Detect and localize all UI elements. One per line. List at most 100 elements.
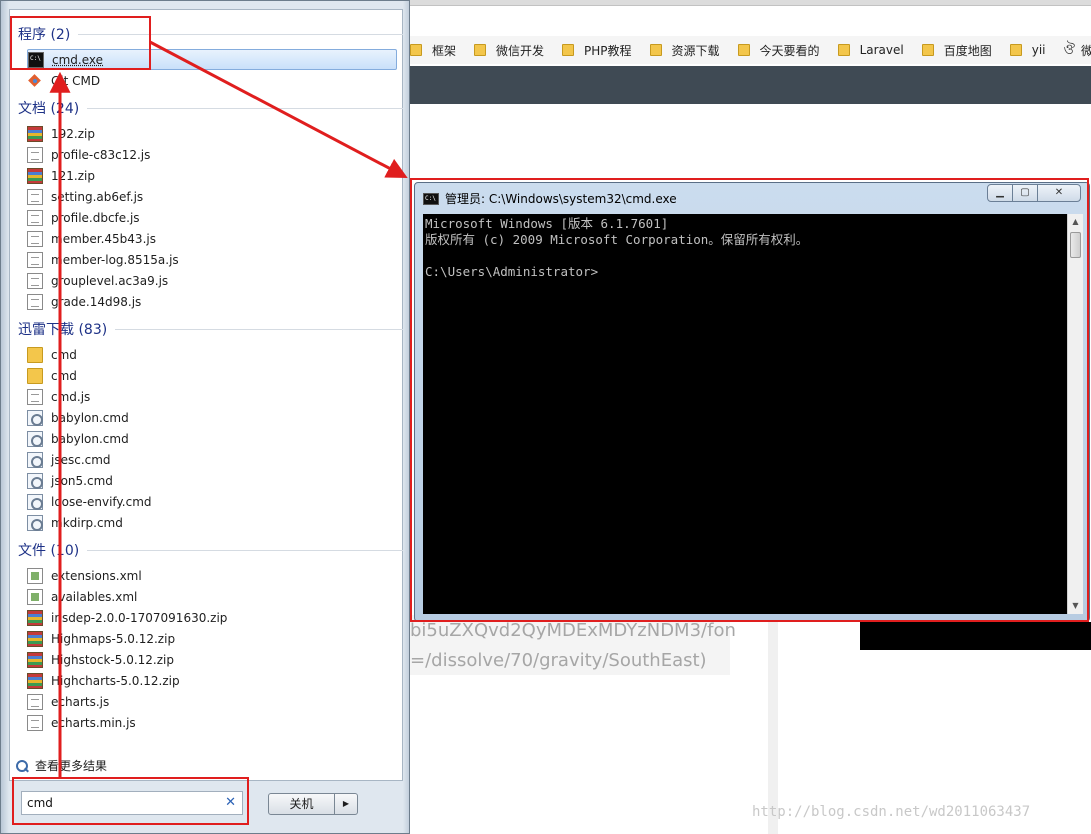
result-item[interactable]: babylon.cmd [27,428,397,449]
js-file-icon [27,293,43,310]
result-item[interactable]: babylon.cmd [27,407,397,428]
result-item-label: extensions.xml [51,568,142,583]
cmd-file-icon [27,493,43,510]
git-icon [27,73,43,89]
page-scrollbar[interactable] [768,615,778,834]
result-item[interactable]: echarts.min.js [27,712,397,733]
js-file-icon [27,230,43,247]
result-item[interactable]: insdep-2.0.0-1707091630.zip [27,607,397,628]
result-item[interactable]: Highcharts-5.0.12.zip [27,670,397,691]
bookmark-folder[interactable]: Laravel [837,36,904,64]
bookmark-folder[interactable]: 微信开发 [474,36,544,64]
xml-file-icon [27,567,43,584]
zip-icon [27,651,43,668]
result-item-label: Git CMD [51,73,101,88]
result-item[interactable]: echarts.js [27,691,397,712]
cmd-file-icon [27,451,43,468]
result-group-header[interactable]: 文件 (10) [18,540,403,560]
bookmark-item[interactable]: ঔ 微信 [1064,36,1091,64]
result-item-label: Highcharts-5.0.12.zip [51,673,180,688]
result-item[interactable]: member.45b43.js [27,228,397,249]
result-group-label: 迅雷下载 (83) [18,322,108,338]
result-item-label: setting.ab6ef.js [51,189,144,204]
see-more-label: 查看更多结果 [35,759,108,773]
js-file-icon [27,272,43,289]
result-item-label: cmd.js [51,389,91,404]
result-item[interactable]: member-log.8515a.js [27,249,397,270]
page-dark-block [860,622,1091,650]
result-group-header[interactable]: 文档 (24) [18,98,403,118]
bookmark-label: 资源下载 [671,43,720,58]
js-file-icon [27,209,43,226]
result-item[interactable]: grouplevel.ac3a9.js [27,270,397,291]
folder-icon [562,44,575,56]
annotation-box-programs [10,16,151,70]
shutdown-button[interactable]: 关机 [269,794,335,814]
result-group-header[interactable]: 迅雷下载 (83) [18,319,403,339]
result-item-label: availables.xml [51,589,138,604]
result-item[interactable]: Highmaps-5.0.12.zip [27,628,397,649]
bookmark-folder[interactable]: 今天要看的 [737,36,820,64]
result-item-label: echarts.min.js [51,715,136,730]
see-more-results[interactable]: 查看更多结果 [15,757,107,774]
bookmark-label: 今天要看的 [759,43,820,58]
group-divider [115,328,403,330]
result-item[interactable]: Git CMD [27,70,397,91]
result-item[interactable]: json5.cmd [27,470,397,491]
bookmark-folder[interactable]: 框架 [410,36,456,64]
result-item[interactable]: extensions.xml [27,565,397,586]
result-group-label: 文件 (10) [18,543,80,559]
result-item[interactable]: jsesc.cmd [27,449,397,470]
result-item[interactable]: cmd [27,344,397,365]
folder-icon [649,44,662,56]
result-item[interactable]: setting.ab6ef.js [27,186,397,207]
bookmark-folder[interactable]: PHP教程 [562,36,632,64]
bookmark-label: 框架 [432,43,457,58]
zip-icon [27,672,43,689]
folder-icon [737,44,750,56]
folder-icon [410,44,422,56]
bookmark-label: Laravel [859,43,904,57]
js-file-icon [27,693,43,710]
group-divider [87,549,403,551]
result-item-label: 192.zip [51,126,95,141]
js-file-icon [27,388,43,405]
zip-icon [27,167,43,184]
result-item[interactable]: 192.zip [27,123,397,144]
zip-icon [27,609,43,626]
xml-file-icon [27,588,43,605]
bookmark-label: yii [1031,43,1046,57]
folder-icon [27,367,43,384]
cmd-file-icon [27,514,43,531]
bookmark-folder[interactable]: 百度地图 [921,36,992,64]
bookmark-label: 百度地图 [943,43,992,58]
result-item-label: json5.cmd [51,473,113,488]
shutdown-options-arrow-icon[interactable]: ▶ [335,794,357,814]
result-group-label: 文档 (24) [18,101,80,117]
cmd-file-icon [27,409,43,426]
result-item-label: mkdirp.cmd [51,515,123,530]
js-file-icon [27,714,43,731]
result-item[interactable]: 121.zip [27,165,397,186]
result-item-label: Highmaps-5.0.12.zip [51,631,176,646]
bookmark-folder[interactable]: yii [1009,36,1046,64]
result-item-label: Highstock-5.0.12.zip [51,652,174,667]
result-item[interactable]: mkdirp.cmd [27,512,397,533]
group-divider [87,107,403,109]
js-file-icon [27,146,43,163]
bookmark-label: 微信开发 [496,43,545,58]
search-results-pane: 程序 (2)cmd.exeGit CMD文档 (24)192.zipprofil… [9,9,403,781]
result-item[interactable]: profile.dbcfe.js [27,207,397,228]
result-item[interactable]: availables.xml [27,586,397,607]
result-item[interactable]: cmd.js [27,386,397,407]
folder-icon [837,44,850,56]
result-item-label: loose-envify.cmd [51,494,152,509]
result-item[interactable]: loose-envify.cmd [27,491,397,512]
result-item[interactable]: Highstock-5.0.12.zip [27,649,397,670]
js-file-icon [27,188,43,205]
result-item[interactable]: cmd [27,365,397,386]
bookmark-label: PHP教程 [584,43,632,58]
result-item[interactable]: profile-c83c12.js [27,144,397,165]
result-item[interactable]: grade.14d98.js [27,291,397,312]
bookmark-folder[interactable]: 资源下载 [649,36,720,64]
